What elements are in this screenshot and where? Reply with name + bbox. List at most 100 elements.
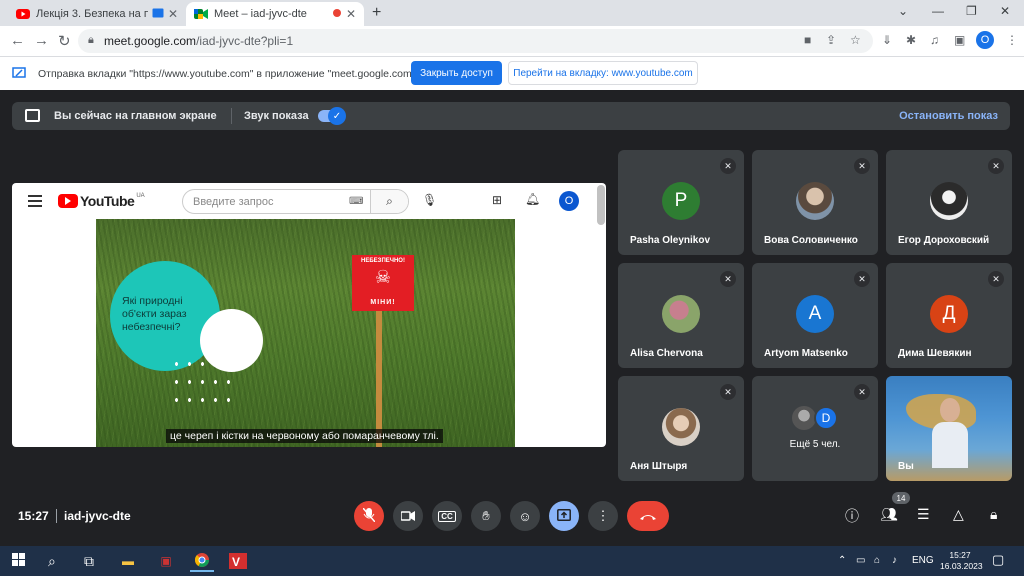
tab-sharing-infobar: Отправка вкладки "https://www.youtube.co…	[0, 56, 1024, 90]
scrollbar[interactable]	[597, 185, 605, 225]
raise-hand-button[interactable]: ✋︎	[471, 501, 501, 531]
back-icon[interactable]: ←	[10, 32, 25, 49]
bookmark-star-icon[interactable]: ☆	[850, 33, 861, 47]
google-meet-icon	[194, 7, 208, 21]
emoji-button[interactable]: ☺	[510, 501, 540, 531]
activities-icon[interactable]: △	[953, 506, 964, 523]
participant-tile[interactable]: ✕ Д Дима Шевякин	[886, 263, 1012, 368]
task-view-icon[interactable]: ⧉	[84, 553, 94, 570]
avatar: A	[796, 295, 834, 333]
mic-off-icon: ✕	[854, 384, 870, 400]
chat-icon[interactable]: ☰	[917, 506, 930, 523]
more-vert-icon: ⋮	[596, 508, 610, 523]
mic-off-icon: ✕	[988, 158, 1004, 174]
chrome-icon[interactable]	[190, 550, 214, 572]
close-tab-icon[interactable]: ✕	[346, 7, 356, 21]
reload-icon[interactable]: ↻	[58, 32, 71, 50]
search-placeholder: Введите запрос	[193, 196, 274, 208]
pin-icon[interactable]: ⇓	[882, 33, 892, 47]
stop-sharing-button[interactable]: Закрыть доступ	[411, 61, 502, 85]
address-bar[interactable]: 🔒︎ meet.google.com/iad-jyvc-dte?pli=1 ■ …	[78, 29, 873, 53]
battery-icon[interactable]: ▭	[856, 555, 865, 566]
participant-tile[interactable]: ✕ Вова Солoвиченко	[752, 150, 878, 255]
file-explorer-icon[interactable]: ▬	[116, 550, 140, 572]
participant-tile[interactable]: ✕ Егор Дороховский	[886, 150, 1012, 255]
create-video-icon[interactable]: ⊞	[492, 193, 502, 207]
leave-call-button[interactable]	[627, 501, 669, 531]
present-screen-icon	[25, 109, 40, 122]
youtube-search-input[interactable]: Введите запрос ⌨ ⌕	[182, 189, 409, 214]
menu-kebab-icon[interactable]: ⋮	[1006, 33, 1018, 47]
meeting-info-icon[interactable]: ⓘ	[845, 506, 859, 526]
tab-search-icon[interactable]: ⌄	[898, 4, 908, 18]
lock-icon: 🔒︎	[88, 34, 94, 46]
share-audio-toggle[interactable]: ✓	[318, 107, 346, 125]
svg-text:V: V	[232, 555, 240, 569]
check-icon: ✓	[328, 107, 346, 125]
people-icon[interactable]: 👥︎	[880, 506, 898, 523]
tab-meet[interactable]: Meet – iad-jyvc-dte ✕	[186, 2, 364, 26]
media-icon[interactable]: ♫	[930, 33, 939, 47]
windows-taskbar: ⌕ ⧉ ▬ ▣ V ⌃ ▭ ⌂ ♪ ENG 15:27 16.03.2023 ▢	[0, 546, 1024, 576]
windows-start-icon[interactable]	[12, 553, 26, 570]
avatar: D	[814, 406, 838, 430]
participant-name: Егор Дороховский	[898, 235, 990, 246]
extensions-icon[interactable]: ✱	[906, 33, 916, 47]
avatar	[930, 182, 968, 220]
more-options-button[interactable]: ⋮	[588, 501, 618, 531]
bell-icon[interactable]: 🔔︎	[525, 192, 540, 206]
present-button[interactable]	[549, 501, 579, 531]
close-tab-icon[interactable]: ✕	[168, 7, 178, 21]
system-clock[interactable]: 15:27 16.03.2023	[940, 550, 983, 572]
new-tab-button[interactable]: +	[372, 4, 381, 22]
minimize-button[interactable]: —	[932, 4, 944, 18]
side-panel-icon[interactable]: ▣	[954, 33, 965, 47]
network-icon[interactable]: ⌂	[874, 555, 880, 566]
participant-tile[interactable]: ✕ Аня Штыря	[618, 376, 744, 481]
youtube-logo[interactable]: YouTube UA	[58, 193, 145, 209]
avatar: P	[662, 182, 700, 220]
search-icon[interactable]: ⌕	[370, 190, 408, 213]
participant-tile[interactable]: ✕ P Pasha Oleynikov	[618, 150, 744, 255]
avatar	[796, 182, 834, 220]
tab-youtube-lecture[interactable]: Лекція 3. Безпека на приро ✕	[8, 2, 186, 26]
captions-button[interactable]: CC	[432, 501, 462, 531]
presenting-status: Вы сейчас на главном экране	[54, 110, 217, 122]
self-video-tile[interactable]: Вы	[886, 376, 1012, 481]
camera-toggle-button[interactable]	[393, 501, 423, 531]
notifications-icon[interactable]: ▢	[992, 552, 1004, 568]
volume-icon[interactable]: ♪	[892, 555, 897, 566]
avatar	[662, 408, 700, 446]
switch-to-tab-button[interactable]: Перейти на вкладку: www.youtube.com	[508, 61, 698, 85]
app-icon[interactable]: V	[226, 550, 250, 572]
save-app-icon[interactable]: ▣	[154, 550, 178, 572]
hamburger-menu-icon[interactable]	[28, 195, 42, 210]
search-icon[interactable]: ⌕	[48, 553, 56, 570]
emoji-icon: ☺	[518, 508, 532, 524]
mic-off-icon: ✕	[854, 158, 870, 174]
tray-chevron-icon[interactable]: ⌃	[838, 555, 846, 566]
forward-icon[interactable]: →	[34, 32, 49, 49]
stop-presenting-button[interactable]: Остановить показ	[899, 110, 998, 122]
tab-title: Лекція 3. Безпека на приро	[36, 8, 148, 20]
presentation-banner: Вы сейчас на главном экране Звук показа …	[12, 102, 1010, 130]
participant-tile[interactable]: ✕ Alisa Chervona	[618, 263, 744, 368]
participant-name: Pasha Oleynikov	[630, 235, 711, 246]
profile-avatar[interactable]: O	[976, 31, 994, 49]
camera-icon[interactable]: ■	[804, 33, 811, 47]
youtube-avatar[interactable]: O	[559, 191, 579, 211]
share-icon[interactable]: ⇪	[826, 33, 836, 47]
close-window-button[interactable]: ✕	[1000, 4, 1010, 18]
microphone-icon[interactable]: 🎙︎	[422, 193, 437, 207]
sharing-indicator-icon	[152, 8, 164, 21]
language-indicator[interactable]: ENG	[912, 555, 934, 566]
video-player[interactable]: Які природні об'єкти зараз небезпечні? Н…	[96, 219, 515, 447]
mic-toggle-button[interactable]	[354, 501, 384, 531]
more-participants-tile[interactable]: ✕ D Ещё 5 чел.	[752, 376, 878, 481]
participant-name: Вова Солoвиченко	[764, 235, 858, 246]
restore-button[interactable]: ❐	[966, 4, 977, 18]
participant-tile[interactable]: ✕ A Artyom Matsenko	[752, 263, 878, 368]
meeting-code: iad-jyvc-dte	[64, 509, 131, 523]
host-controls-icon[interactable]: 🔒︎	[990, 506, 997, 523]
keyboard-icon[interactable]: ⌨	[349, 196, 363, 207]
